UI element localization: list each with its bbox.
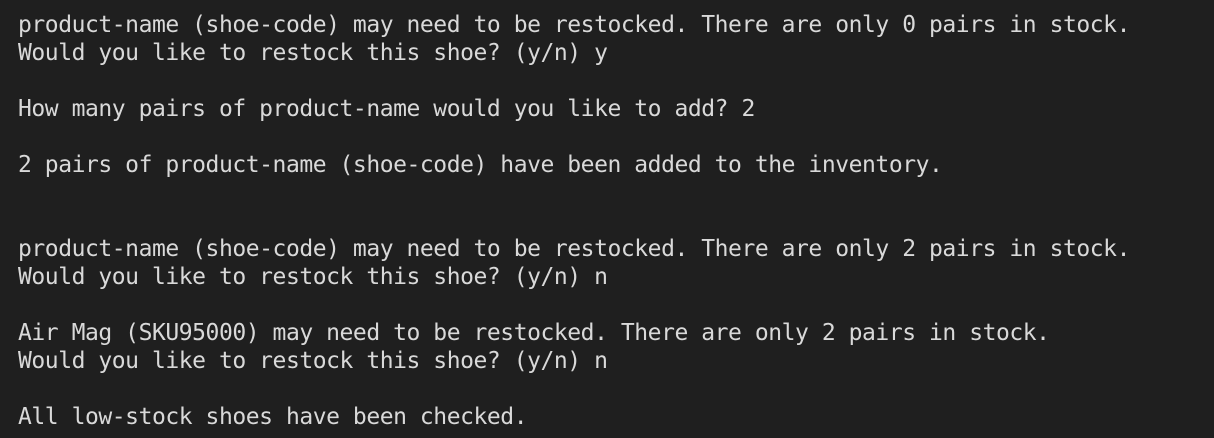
output-line: product-name (shoe-code) may need to be … [18,236,1130,262]
prompt-line: Would you like to restock this shoe? (y/… [18,40,608,66]
terminal-output: product-name (shoe-code) may need to be … [0,0,1214,438]
prompt-line: Would you like to restock this shoe? (y/… [18,264,608,290]
output-line: product-name (shoe-code) may need to be … [18,12,1130,38]
prompt-line: Would you like to restock this shoe? (y/… [18,348,608,374]
output-line: All low-stock shoes have been checked. [18,404,528,430]
output-line: 2 pairs of product-name (shoe-code) have… [18,152,943,178]
output-line: Air Mag (SKU95000) may need to be restoc… [18,320,1050,346]
prompt-line: How many pairs of product-name would you… [18,96,755,122]
